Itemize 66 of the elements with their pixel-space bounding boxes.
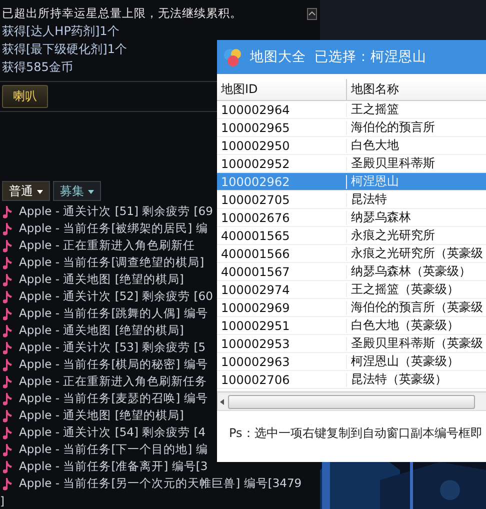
chat-tab[interactable]: 募集 <box>53 181 101 201</box>
music-note-icon <box>3 374 13 388</box>
table-row[interactable]: 100002676 纳瑟乌森林 <box>217 209 486 227</box>
chat-message: Apple - 当前任务[被绑架的居民] 编 <box>19 221 208 236</box>
table-row[interactable]: 400001567 纳瑟乌森林（英豪级） <box>217 263 486 281</box>
app-logo-icon <box>223 47 243 67</box>
music-note-icon <box>3 358 13 372</box>
music-note-icon <box>3 476 13 490</box>
caret-icon <box>88 190 94 194</box>
music-note-icon <box>3 324 13 338</box>
table-row[interactable]: 100002974 王之摇篮（英豪级） <box>217 281 486 299</box>
horn-button[interactable]: 喇叭 <box>2 84 48 108</box>
chat-message: Apple - 当前任务[麦瑟的召唤] 编号 <box>19 391 208 406</box>
table-row[interactable]: 100002953 圣殿贝里科蒂斯（英豪级 <box>217 335 486 353</box>
chat-message: Apple - 正在重新进入角色刷新任务 <box>19 374 208 389</box>
music-note-icon <box>3 340 13 354</box>
caret-icon <box>37 190 43 194</box>
music-note-icon <box>3 290 13 304</box>
chat-message: Apple - 通关地图 [绝望的棋局] <box>19 272 184 287</box>
table-row[interactable]: 100002965 海伯伦的预言所 <box>217 119 486 137</box>
table-row[interactable]: 100002969 海伯伦的预言所（英豪级 <box>217 299 486 317</box>
table-row[interactable]: 400001565 永痕之光研究所 <box>217 227 486 245</box>
chat-message: ] <box>0 494 4 508</box>
chat-message: Apple - 通关计次 [51] 剩余疲劳 [69 <box>19 204 213 219</box>
horizontal-scrollbar[interactable] <box>217 392 486 411</box>
chat-message: Apple - 当前任务[棋局的秘密] 编号 <box>19 357 208 372</box>
music-note-icon <box>3 426 13 440</box>
table-row[interactable]: 100002705 昆法特 <box>217 191 486 209</box>
chat-message: Apple - 当前任务[调查绝望的棋局] <box>19 255 204 270</box>
chat-message: Apple - 通关计次 [52] 剩余疲劳 [60 <box>19 289 213 304</box>
chat-message: Apple - 通关地图 [绝望的棋局] <box>19 323 184 338</box>
left-arrow-icon[interactable] <box>220 398 224 404</box>
scroll-up-icon[interactable] <box>307 8 317 20</box>
chat-message: Apple - 通关计次 [54] 剩余疲劳 [4 <box>19 425 206 440</box>
system-message: 已超出所持幸运星总量上限，无法继续累积。 <box>2 5 242 22</box>
chat-tab[interactable]: 普通 <box>2 181 50 201</box>
table-row[interactable]: 400001566 永痕之光研究所（英豪级 <box>217 245 486 263</box>
table-row[interactable]: 100002951 白色大地（英豪级） <box>217 317 486 335</box>
column-header[interactable]: 地图ID <box>217 79 347 100</box>
music-note-icon <box>3 222 13 236</box>
music-note-icon <box>3 408 13 422</box>
chat-message: Apple - 当前任务[下一个目的地] 编 <box>19 442 208 457</box>
chat-message: Apple - 当前任务[另一个次元的天帷巨兽] 编号[3479 <box>19 476 302 491</box>
table-row[interactable]: 100002963 柯涅恩山（英豪级） <box>217 353 486 371</box>
music-note-icon <box>3 306 13 320</box>
system-message: 获得[最下级硬化剂]1个 <box>2 41 127 58</box>
table-row[interactable]: 100002706 昆法特（英豪级） <box>217 371 486 389</box>
table-row[interactable]: 100002964 王之摇篮 <box>217 101 486 119</box>
music-note-icon <box>3 256 13 270</box>
chat-message: Apple - 当前任务[准备离开] 编号[3 <box>19 459 208 474</box>
column-header[interactable]: 地图名称 <box>347 79 486 100</box>
table-row[interactable]: 100002950 白色大地 <box>217 137 486 155</box>
chat-message: Apple - 通关计次 [53] 剩余疲劳 [5 <box>19 340 206 355</box>
music-note-icon <box>3 442 13 456</box>
music-note-icon <box>3 460 13 474</box>
system-message: 获得585金币 <box>2 59 73 76</box>
chat-message: Apple - 正在重新进入角色刷新任 <box>19 238 196 253</box>
chat-message: Apple - 通关地图 [绝望的棋局] <box>19 408 184 423</box>
music-note-icon <box>3 392 13 406</box>
music-note-icon <box>3 272 13 286</box>
music-note-icon <box>3 238 13 252</box>
system-message: 获得[达人HP药剂]1个 <box>2 23 120 40</box>
dialog-title: 地图大全 已选择：柯涅恩山 <box>250 48 427 66</box>
footer-hint: Ps：选中一项右键复制到自动窗口副本编号框即 <box>228 425 484 442</box>
chat-message: Apple - 当前任务[跳舞的人偶] 编号 <box>19 306 208 321</box>
music-note-icon <box>3 204 13 218</box>
